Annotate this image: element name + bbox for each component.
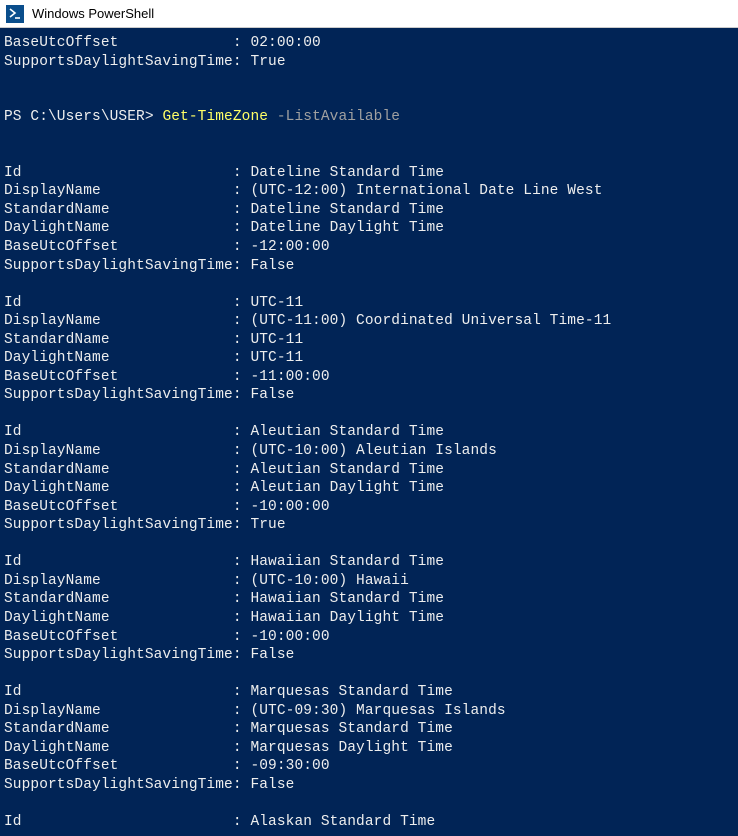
output-line: DisplayName : (UTC-12:00) International …: [4, 182, 734, 201]
output-line: SupportsDaylightSavingTime: False: [4, 646, 734, 665]
output-line: Id : Marquesas Standard Time: [4, 683, 734, 702]
terminal-output[interactable]: BaseUtcOffset : 02:00:00SupportsDaylight…: [0, 28, 738, 836]
output-line: Id : UTC-11: [4, 294, 734, 313]
output-line: BaseUtcOffset : -11:00:00: [4, 368, 734, 387]
output-line: DaylightName : Dateline Daylight Time: [4, 219, 734, 238]
blank-line: [4, 127, 734, 146]
output-line: DaylightName : Marquesas Daylight Time: [4, 739, 734, 758]
output-line: StandardName : UTC-11: [4, 331, 734, 350]
window-titlebar[interactable]: Windows PowerShell: [0, 0, 738, 28]
output-line: DisplayName : (UTC-10:00) Aleutian Islan…: [4, 442, 734, 461]
output-line: BaseUtcOffset : -12:00:00: [4, 238, 734, 257]
output-line: StandardName : Marquesas Standard Time: [4, 720, 734, 739]
output-line: BaseUtcOffset : 02:00:00: [4, 34, 734, 53]
blank-line: [4, 665, 734, 684]
output-line: Id : Dateline Standard Time: [4, 164, 734, 183]
prompt-path: PS C:\Users\USER>: [4, 109, 162, 125]
output-line: DisplayName : (UTC-11:00) Coordinated Un…: [4, 312, 734, 331]
output-line: BaseUtcOffset : -09:30:00: [4, 757, 734, 776]
output-line: DaylightName : UTC-11: [4, 349, 734, 368]
output-line: StandardName : Aleutian Standard Time: [4, 461, 734, 480]
output-line: Id : Aleutian Standard Time: [4, 423, 734, 442]
output-line: BaseUtcOffset : -10:00:00: [4, 628, 734, 647]
prompt-line[interactable]: PS C:\Users\USER> Get-TimeZone -ListAvai…: [4, 108, 734, 127]
blank-line: [4, 90, 734, 109]
blank-line: [4, 71, 734, 90]
blank-line: [4, 275, 734, 294]
blank-line: [4, 535, 734, 554]
output-line: DisplayName : (UTC-09:30) Marquesas Isla…: [4, 702, 734, 721]
output-line: Id : Hawaiian Standard Time: [4, 553, 734, 572]
command-text: Get-TimeZone: [162, 109, 276, 125]
output-line: DaylightName : Hawaiian Daylight Time: [4, 609, 734, 628]
output-line: BaseUtcOffset : -10:00:00: [4, 498, 734, 517]
output-line: Id : Alaskan Standard Time: [4, 813, 734, 832]
output-line: DisplayName : (UTC-10:00) Hawaii: [4, 572, 734, 591]
window-title: Windows PowerShell: [32, 6, 154, 21]
output-line: SupportsDaylightSavingTime: False: [4, 386, 734, 405]
powershell-icon: [6, 5, 24, 23]
blank-line: [4, 405, 734, 424]
output-line: SupportsDaylightSavingTime: True: [4, 516, 734, 535]
output-line: StandardName : Dateline Standard Time: [4, 201, 734, 220]
blank-line: [4, 794, 734, 813]
command-parameter: -ListAvailable: [277, 109, 400, 125]
output-line: SupportsDaylightSavingTime: True: [4, 53, 734, 72]
output-line: SupportsDaylightSavingTime: False: [4, 257, 734, 276]
output-line: SupportsDaylightSavingTime: False: [4, 776, 734, 795]
output-line: DaylightName : Aleutian Daylight Time: [4, 479, 734, 498]
blank-line: [4, 145, 734, 164]
output-line: StandardName : Hawaiian Standard Time: [4, 590, 734, 609]
